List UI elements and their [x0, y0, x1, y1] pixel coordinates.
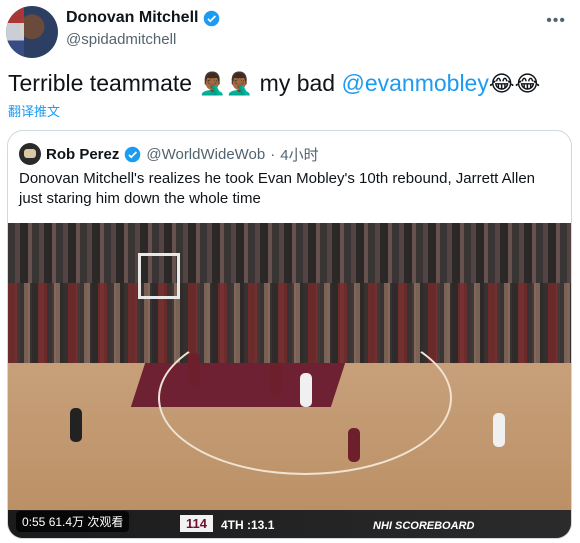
quoted-tweet-header: Rob Perez @WorldWideWob · 4小时: [19, 143, 319, 165]
facepalm-emoji: 🤦🏾‍♂️🤦🏾‍♂️: [198, 71, 254, 96]
tweet-text-middle: my bad: [253, 70, 342, 96]
translate-tweet-link[interactable]: 翻译推文: [8, 101, 60, 120]
mention-link[interactable]: @evanmobley: [341, 70, 488, 96]
more-icon[interactable]: •••: [546, 12, 566, 30]
video-meta: 0:55 61.4万 次观看: [16, 511, 130, 532]
author-handle[interactable]: @spidadmitchell: [66, 31, 176, 48]
quoted-timestamp[interactable]: 4小时: [280, 144, 318, 165]
game-clock: 4TH :13.1: [221, 518, 274, 532]
verified-badge-icon: [125, 146, 141, 162]
quoted-author-handle[interactable]: @WorldWideWob: [146, 146, 265, 163]
player: [493, 413, 505, 447]
verified-badge-icon: [204, 10, 220, 26]
quoted-author-name[interactable]: Rob Perez: [46, 146, 119, 163]
scoreboard-label: NHI SCOREBOARD: [373, 520, 475, 532]
tweet-text-start: Terrible teammate: [8, 70, 199, 96]
clock: :13.1: [247, 518, 275, 532]
video-views: 61.4万 次观看: [48, 515, 124, 529]
video-duration: 0:55: [22, 515, 46, 529]
author-avatar[interactable]: [6, 6, 58, 58]
quoted-author-avatar[interactable]: [19, 143, 41, 165]
dot-separator: ·: [270, 145, 276, 163]
video-player[interactable]: 0:55 61.4万 次观看 114 4TH :13.1 NHI SCOREBO…: [8, 223, 571, 538]
quoted-tweet[interactable]: Rob Perez @WorldWideWob · 4小时 Donovan Mi…: [7, 130, 572, 539]
laugh-emoji: 😂😂: [488, 71, 541, 96]
player: [348, 428, 360, 462]
quoted-tweet-text: Donovan Mitchell's realizes he took Evan…: [19, 170, 536, 207]
author-name-row: Donovan Mitchell: [66, 9, 220, 27]
author-display-name[interactable]: Donovan Mitchell: [66, 9, 198, 27]
tweet-text: Terrible teammate 🤦🏾‍♂️🤦🏾‍♂️ my bad @eva…: [8, 67, 540, 100]
player: [270, 363, 282, 397]
backboard: [138, 253, 180, 299]
player: [188, 353, 200, 387]
quarter: 4TH: [221, 518, 244, 532]
player: [70, 408, 82, 442]
team-score: 114: [180, 515, 213, 532]
player: [300, 373, 312, 407]
